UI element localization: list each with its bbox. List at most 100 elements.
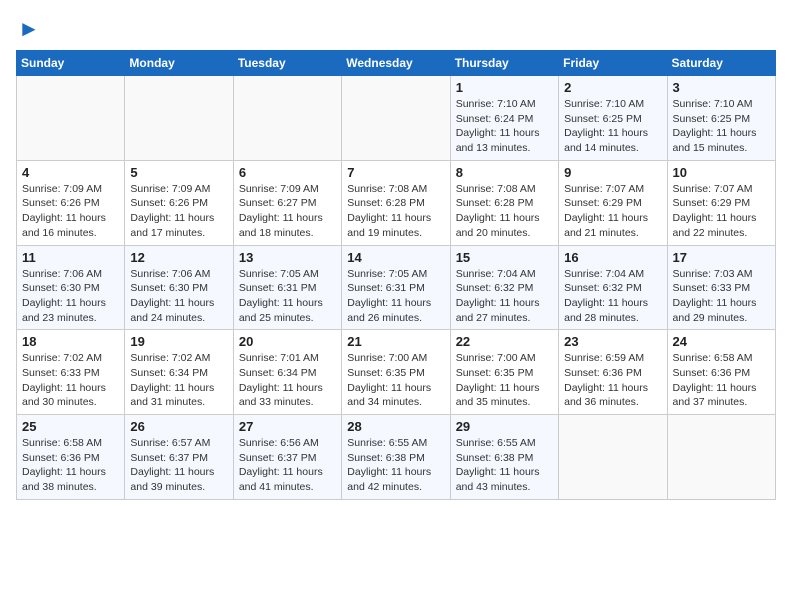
day-number: 25 xyxy=(22,419,119,434)
day-detail: Sunrise: 7:05 AM Sunset: 6:31 PM Dayligh… xyxy=(239,267,336,326)
day-detail: Sunrise: 6:55 AM Sunset: 6:38 PM Dayligh… xyxy=(456,436,553,495)
day-number: 18 xyxy=(22,334,119,349)
day-detail: Sunrise: 7:04 AM Sunset: 6:32 PM Dayligh… xyxy=(456,267,553,326)
day-number: 19 xyxy=(130,334,227,349)
calendar-cell xyxy=(342,76,450,161)
calendar-header-row: SundayMondayTuesdayWednesdayThursdayFrid… xyxy=(17,51,776,76)
calendar-cell: 17 Sunrise: 7:03 AM Sunset: 6:33 PM Dayli… xyxy=(667,245,775,330)
day-detail: Sunrise: 7:02 AM Sunset: 6:33 PM Dayligh… xyxy=(22,351,119,410)
calendar-cell: 24 Sunrise: 6:58 AM Sunset: 6:36 PM Dayli… xyxy=(667,330,775,415)
day-detail: Sunrise: 6:58 AM Sunset: 6:36 PM Dayligh… xyxy=(22,436,119,495)
day-number: 5 xyxy=(130,165,227,180)
day-detail: Sunrise: 7:06 AM Sunset: 6:30 PM Dayligh… xyxy=(22,267,119,326)
day-detail: Sunrise: 7:00 AM Sunset: 6:35 PM Dayligh… xyxy=(456,351,553,410)
calendar-header-sunday: Sunday xyxy=(17,51,125,76)
day-number: 11 xyxy=(22,250,119,265)
day-number: 2 xyxy=(564,80,661,95)
calendar-cell: 13 Sunrise: 7:05 AM Sunset: 6:31 PM Dayli… xyxy=(233,245,341,330)
day-detail: Sunrise: 7:06 AM Sunset: 6:30 PM Dayligh… xyxy=(130,267,227,326)
day-number: 7 xyxy=(347,165,444,180)
day-detail: Sunrise: 6:58 AM Sunset: 6:36 PM Dayligh… xyxy=(673,351,770,410)
calendar-header-friday: Friday xyxy=(559,51,667,76)
day-number: 16 xyxy=(564,250,661,265)
calendar-cell xyxy=(667,415,775,500)
calendar-cell xyxy=(559,415,667,500)
logo: ► xyxy=(16,16,40,42)
day-number: 15 xyxy=(456,250,553,265)
day-number: 3 xyxy=(673,80,770,95)
calendar-cell: 27 Sunrise: 6:56 AM Sunset: 6:37 PM Dayli… xyxy=(233,415,341,500)
day-number: 20 xyxy=(239,334,336,349)
calendar-cell: 3 Sunrise: 7:10 AM Sunset: 6:25 PM Daylig… xyxy=(667,76,775,161)
day-number: 17 xyxy=(673,250,770,265)
day-detail: Sunrise: 7:08 AM Sunset: 6:28 PM Dayligh… xyxy=(456,182,553,241)
calendar-week-row: 25 Sunrise: 6:58 AM Sunset: 6:36 PM Dayli… xyxy=(17,415,776,500)
day-number: 8 xyxy=(456,165,553,180)
day-number: 12 xyxy=(130,250,227,265)
calendar-cell: 28 Sunrise: 6:55 AM Sunset: 6:38 PM Dayli… xyxy=(342,415,450,500)
day-number: 10 xyxy=(673,165,770,180)
calendar-cell: 6 Sunrise: 7:09 AM Sunset: 6:27 PM Daylig… xyxy=(233,160,341,245)
day-number: 9 xyxy=(564,165,661,180)
logo-bird-icon: ► xyxy=(18,16,40,42)
calendar-cell: 12 Sunrise: 7:06 AM Sunset: 6:30 PM Dayli… xyxy=(125,245,233,330)
day-detail: Sunrise: 6:57 AM Sunset: 6:37 PM Dayligh… xyxy=(130,436,227,495)
day-detail: Sunrise: 6:55 AM Sunset: 6:38 PM Dayligh… xyxy=(347,436,444,495)
day-detail: Sunrise: 7:09 AM Sunset: 6:26 PM Dayligh… xyxy=(130,182,227,241)
day-number: 1 xyxy=(456,80,553,95)
day-detail: Sunrise: 7:10 AM Sunset: 6:25 PM Dayligh… xyxy=(673,97,770,156)
day-detail: Sunrise: 7:09 AM Sunset: 6:26 PM Dayligh… xyxy=(22,182,119,241)
day-number: 4 xyxy=(22,165,119,180)
day-detail: Sunrise: 7:04 AM Sunset: 6:32 PM Dayligh… xyxy=(564,267,661,326)
calendar-week-row: 18 Sunrise: 7:02 AM Sunset: 6:33 PM Dayli… xyxy=(17,330,776,415)
calendar-header-monday: Monday xyxy=(125,51,233,76)
day-detail: Sunrise: 7:07 AM Sunset: 6:29 PM Dayligh… xyxy=(673,182,770,241)
calendar-cell: 20 Sunrise: 7:01 AM Sunset: 6:34 PM Dayli… xyxy=(233,330,341,415)
calendar-cell: 5 Sunrise: 7:09 AM Sunset: 6:26 PM Daylig… xyxy=(125,160,233,245)
day-number: 26 xyxy=(130,419,227,434)
calendar-cell: 11 Sunrise: 7:06 AM Sunset: 6:30 PM Dayli… xyxy=(17,245,125,330)
day-detail: Sunrise: 7:08 AM Sunset: 6:28 PM Dayligh… xyxy=(347,182,444,241)
day-number: 14 xyxy=(347,250,444,265)
calendar-cell: 7 Sunrise: 7:08 AM Sunset: 6:28 PM Daylig… xyxy=(342,160,450,245)
day-number: 21 xyxy=(347,334,444,349)
day-number: 27 xyxy=(239,419,336,434)
day-number: 23 xyxy=(564,334,661,349)
calendar-header-thursday: Thursday xyxy=(450,51,558,76)
calendar-table: SundayMondayTuesdayWednesdayThursdayFrid… xyxy=(16,50,776,500)
day-detail: Sunrise: 7:03 AM Sunset: 6:33 PM Dayligh… xyxy=(673,267,770,326)
calendar-cell xyxy=(233,76,341,161)
calendar-cell: 8 Sunrise: 7:08 AM Sunset: 6:28 PM Daylig… xyxy=(450,160,558,245)
calendar-cell: 14 Sunrise: 7:05 AM Sunset: 6:31 PM Dayli… xyxy=(342,245,450,330)
calendar-header-saturday: Saturday xyxy=(667,51,775,76)
calendar-cell: 16 Sunrise: 7:04 AM Sunset: 6:32 PM Dayli… xyxy=(559,245,667,330)
day-number: 13 xyxy=(239,250,336,265)
day-number: 6 xyxy=(239,165,336,180)
calendar-cell: 26 Sunrise: 6:57 AM Sunset: 6:37 PM Dayli… xyxy=(125,415,233,500)
day-detail: Sunrise: 7:09 AM Sunset: 6:27 PM Dayligh… xyxy=(239,182,336,241)
calendar-week-row: 1Sunrise: 7:10 AM Sunset: 6:24 PM Daylig… xyxy=(17,76,776,161)
day-detail: Sunrise: 7:01 AM Sunset: 6:34 PM Dayligh… xyxy=(239,351,336,410)
calendar-cell: 25 Sunrise: 6:58 AM Sunset: 6:36 PM Dayli… xyxy=(17,415,125,500)
calendar-cell: 9 Sunrise: 7:07 AM Sunset: 6:29 PM Daylig… xyxy=(559,160,667,245)
day-detail: Sunrise: 7:07 AM Sunset: 6:29 PM Dayligh… xyxy=(564,182,661,241)
calendar-cell: 15 Sunrise: 7:04 AM Sunset: 6:32 PM Dayli… xyxy=(450,245,558,330)
calendar-cell: 10 Sunrise: 7:07 AM Sunset: 6:29 PM Dayli… xyxy=(667,160,775,245)
day-detail: Sunrise: 6:56 AM Sunset: 6:37 PM Dayligh… xyxy=(239,436,336,495)
calendar-cell: 2 Sunrise: 7:10 AM Sunset: 6:25 PM Daylig… xyxy=(559,76,667,161)
calendar-cell xyxy=(17,76,125,161)
day-number: 24 xyxy=(673,334,770,349)
day-detail: Sunrise: 7:10 AM Sunset: 6:25 PM Dayligh… xyxy=(564,97,661,156)
day-detail: Sunrise: 7:02 AM Sunset: 6:34 PM Dayligh… xyxy=(130,351,227,410)
calendar-cell: 1Sunrise: 7:10 AM Sunset: 6:24 PM Daylig… xyxy=(450,76,558,161)
day-number: 28 xyxy=(347,419,444,434)
day-detail: Sunrise: 7:05 AM Sunset: 6:31 PM Dayligh… xyxy=(347,267,444,326)
calendar-cell: 19 Sunrise: 7:02 AM Sunset: 6:34 PM Dayli… xyxy=(125,330,233,415)
calendar-header-wednesday: Wednesday xyxy=(342,51,450,76)
calendar-cell: 21Sunrise: 7:00 AM Sunset: 6:35 PM Dayli… xyxy=(342,330,450,415)
calendar-cell: 22Sunrise: 7:00 AM Sunset: 6:35 PM Dayli… xyxy=(450,330,558,415)
calendar-header-tuesday: Tuesday xyxy=(233,51,341,76)
calendar-cell xyxy=(125,76,233,161)
calendar-week-row: 11 Sunrise: 7:06 AM Sunset: 6:30 PM Dayli… xyxy=(17,245,776,330)
day-number: 29 xyxy=(456,419,553,434)
